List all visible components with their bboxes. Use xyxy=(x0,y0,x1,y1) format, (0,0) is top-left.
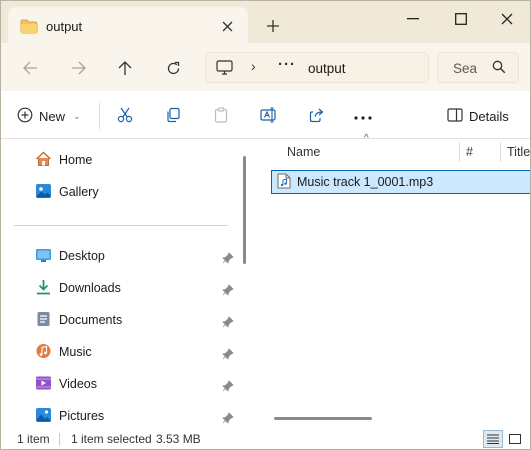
maximize-button[interactable] xyxy=(439,5,483,33)
sidebar-item-label: Pictures xyxy=(59,409,105,423)
details-view-button[interactable] xyxy=(483,430,503,448)
scissors-icon xyxy=(117,107,133,126)
sidebar-item-gallery[interactable]: Gallery xyxy=(35,181,99,203)
documents-icon xyxy=(35,311,52,330)
file-list: ^ Name # Title Music track 1_0001.mp3 xyxy=(257,133,531,427)
address-bar-row: › ··· output Sea xyxy=(1,43,530,91)
sidebar-item-desktop[interactable]: Desktop xyxy=(35,245,105,267)
pin-icon[interactable] xyxy=(222,284,234,296)
forward-arrow-icon[interactable] xyxy=(65,55,91,81)
more-options-button[interactable] xyxy=(351,104,375,128)
tiles-view-button[interactable] xyxy=(505,430,525,448)
file-name: Music track 1_0001.mp3 xyxy=(297,175,434,189)
title-bar: output xyxy=(1,1,530,45)
desktop-icon xyxy=(35,247,52,266)
breadcrumb-output[interactable]: output xyxy=(308,61,346,76)
sidebar-item-label: Gallery xyxy=(59,185,99,199)
sidebar-item-label: Downloads xyxy=(59,281,121,295)
file-explorer-window: output › ··· output Sea New ⌄ Details Ho… xyxy=(0,0,531,450)
search-placeholder: Sea xyxy=(453,61,478,76)
status-divider xyxy=(59,433,60,446)
search-icon xyxy=(492,60,506,77)
folder-icon xyxy=(20,19,38,37)
this-pc-icon xyxy=(216,60,233,79)
sidebar-item-downloads[interactable]: Downloads xyxy=(35,277,121,299)
tab-title: output xyxy=(46,19,83,34)
list-item[interactable]: Music track 1_0001.mp3 xyxy=(271,170,530,194)
share-button[interactable] xyxy=(305,104,329,128)
sidebar-item-videos[interactable]: Videos xyxy=(35,373,97,395)
audio-file-icon xyxy=(277,173,291,192)
rename-icon xyxy=(260,106,278,126)
sidebar-item-label: Music xyxy=(59,345,92,359)
pin-icon[interactable] xyxy=(222,380,234,392)
downloads-icon xyxy=(35,279,52,298)
address-field[interactable]: › ··· output xyxy=(205,52,429,83)
chevron-down-icon: ⌄ xyxy=(73,110,81,121)
horizontal-scrollbar[interactable] xyxy=(274,417,372,420)
details-pane-button[interactable]: Details xyxy=(447,104,511,128)
sidebar-item-pictures[interactable]: Pictures xyxy=(35,405,104,427)
column-header-number[interactable]: # xyxy=(466,139,496,165)
selection-count: 1 item selected xyxy=(71,432,152,446)
details-pane-icon xyxy=(447,107,463,125)
home-icon xyxy=(35,150,52,170)
status-bar: 1 item 1 item selected 3.53 MB xyxy=(1,427,530,449)
navigation-pane: Home Gallery Desktop Downloads Documents… xyxy=(1,139,251,427)
breadcrumb-overflow[interactable]: ··· xyxy=(278,56,296,73)
clipboard-icon xyxy=(213,106,229,126)
details-label: Details xyxy=(469,108,509,124)
column-divider[interactable] xyxy=(459,142,460,162)
pictures-icon xyxy=(35,407,52,426)
share-icon xyxy=(309,107,325,126)
column-divider[interactable] xyxy=(500,142,501,162)
sidebar-item-home[interactable]: Home xyxy=(35,149,92,171)
toolbar-divider xyxy=(99,103,100,129)
sidebar-item-documents[interactable]: Documents xyxy=(35,309,122,331)
breadcrumb-chevron-icon: › xyxy=(251,58,256,74)
sidebar-item-label: Desktop xyxy=(59,249,105,263)
new-button[interactable]: New ⌄ xyxy=(17,104,85,128)
pin-icon[interactable] xyxy=(222,316,234,328)
back-arrow-icon[interactable] xyxy=(17,55,43,81)
selection-size: 3.53 MB xyxy=(156,432,201,446)
minimize-button[interactable] xyxy=(391,5,435,33)
close-window-button[interactable] xyxy=(485,5,529,33)
refresh-icon[interactable] xyxy=(160,55,186,81)
pin-icon[interactable] xyxy=(222,348,234,360)
cut-button[interactable] xyxy=(113,104,137,128)
music-icon xyxy=(35,343,52,362)
sidebar-item-label: Home xyxy=(59,153,93,167)
copy-button[interactable] xyxy=(161,104,185,128)
column-header-label: Title xyxy=(507,145,531,159)
command-bar: New ⌄ Details xyxy=(1,91,530,139)
up-arrow-icon[interactable] xyxy=(112,55,138,81)
navigation-scrollbar[interactable] xyxy=(243,156,246,264)
more-horizontal-icon xyxy=(354,109,372,123)
gallery-icon xyxy=(35,183,52,202)
pin-icon[interactable] xyxy=(222,252,234,264)
pin-icon[interactable] xyxy=(222,412,234,424)
sidebar-item-music[interactable]: Music xyxy=(35,341,92,363)
paste-button[interactable] xyxy=(209,104,233,128)
rename-button[interactable] xyxy=(257,104,281,128)
search-input[interactable]: Sea xyxy=(437,52,519,83)
close-tab-icon[interactable] xyxy=(216,15,238,37)
item-count: 1 item xyxy=(17,432,50,446)
column-header-label: # xyxy=(466,145,473,159)
sidebar-item-label: Documents xyxy=(59,313,123,327)
videos-icon xyxy=(35,375,52,394)
tab-output[interactable]: output xyxy=(8,7,248,45)
sidebar-divider xyxy=(14,225,228,226)
column-header-name[interactable]: Name xyxy=(287,139,457,165)
copy-icon xyxy=(165,107,181,126)
plus-circle-icon xyxy=(17,107,33,126)
sidebar-item-label: Videos xyxy=(59,377,97,391)
new-tab-icon[interactable] xyxy=(262,15,284,37)
column-header-title[interactable]: Title xyxy=(507,139,531,165)
new-label: New xyxy=(39,108,66,124)
column-header-label: Name xyxy=(287,145,321,159)
